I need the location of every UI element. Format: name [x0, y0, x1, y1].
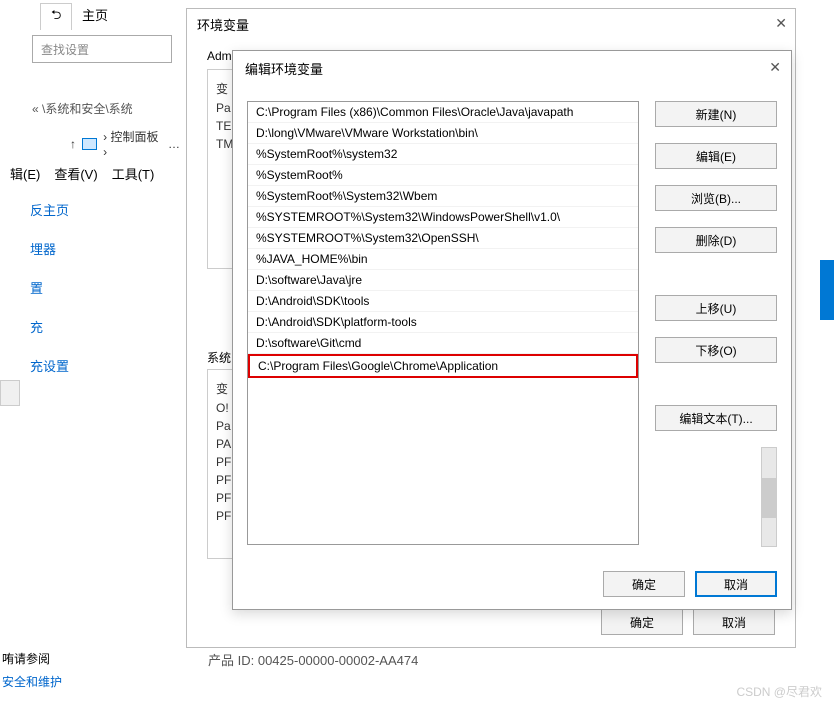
back-tab[interactable]: ⮌ — [40, 3, 72, 30]
path-item[interactable]: D:\software\Java\jre — [248, 270, 638, 291]
breadcrumb: « \系统和安全\系统 — [32, 100, 133, 117]
path-item[interactable]: C:\Program Files\Google\Chrome\Applicati… — [248, 354, 638, 378]
monitor-icon — [82, 138, 97, 150]
path-item[interactable]: D:\software\Git\cmd — [248, 333, 638, 354]
product-id: 产品 ID: 00425-00000-00002-AA474 — [208, 650, 418, 669]
edit-button[interactable]: 编辑(E) — [655, 143, 777, 169]
close-icon[interactable]: ✕ — [775, 15, 787, 32]
path-item[interactable]: %SystemRoot%\system32 — [248, 144, 638, 165]
up-icon[interactable]: ↑ — [70, 137, 76, 151]
menu-tools[interactable]: 工具(T) — [112, 164, 155, 183]
edit-env-var-dialog: 编辑环境变量 ✕ C:\Program Files (x86)\Common F… — [232, 50, 792, 610]
edit-env-var-title-text: 编辑环境变量 — [245, 62, 323, 77]
side-link-2[interactable]: 置 — [30, 278, 69, 297]
home-tab[interactable]: 主页 — [72, 3, 118, 26]
path-item[interactable]: %SystemRoot% — [248, 165, 638, 186]
collapse-button[interactable] — [0, 380, 20, 406]
menu-edit[interactable]: 辑(E) — [10, 164, 40, 183]
scrollbar-thumb[interactable] — [762, 478, 776, 518]
cancel-button[interactable]: 取消 — [695, 571, 777, 597]
side-link-3[interactable]: 充 — [30, 317, 69, 336]
menu-bar: 辑(E) 查看(V) 工具(T) — [10, 164, 154, 183]
scrollbar[interactable] — [761, 447, 777, 547]
side-link-4[interactable]: 充设置 — [30, 356, 69, 375]
back-icon: ⮌ — [51, 7, 61, 22]
path-item[interactable]: D:\Android\SDK\platform-tools — [248, 312, 638, 333]
side-link-0[interactable]: 反主页 — [30, 200, 69, 219]
path-item[interactable]: D:\long\VMware\VMware Workstation\bin\ — [248, 123, 638, 144]
footer-links: 哊请参阅 安全和维护 — [2, 650, 62, 690]
ok-button[interactable]: 确定 — [603, 571, 685, 597]
windows-accent-edge — [820, 260, 834, 320]
edit-env-var-title: 编辑环境变量 ✕ — [233, 51, 791, 86]
move-up-button[interactable]: 上移(U) — [655, 295, 777, 321]
menu-view[interactable]: 查看(V) — [54, 164, 97, 183]
see-also-label: 哊请参阅 — [2, 652, 50, 666]
watermark: CSDN @尽君欢 — [736, 683, 822, 700]
security-maint-link[interactable]: 安全和维护 — [2, 673, 62, 690]
edit-text-button[interactable]: 编辑文本(T)... — [655, 405, 777, 431]
cancel-button[interactable]: 取消 — [693, 609, 775, 635]
move-down-button[interactable]: 下移(O) — [655, 337, 777, 363]
nav-path: ↑ › 控制面板 › … — [70, 128, 180, 159]
search-input[interactable]: 查找设置 — [32, 35, 172, 63]
path-item[interactable]: %SYSTEMROOT%\System32\WindowsPowerShell\… — [248, 207, 638, 228]
nav-dots: … — [168, 137, 180, 151]
path-list[interactable]: C:\Program Files (x86)\Common Files\Orac… — [247, 101, 639, 545]
env-vars-title: 环境变量 ✕ — [187, 9, 795, 40]
system-vars-label: 系统 — [207, 349, 231, 366]
path-item[interactable]: D:\Android\SDK\tools — [248, 291, 638, 312]
user-vars-label: Adm — [207, 49, 232, 63]
new-button[interactable]: 新建(N) — [655, 101, 777, 127]
path-item[interactable]: C:\Program Files (x86)\Common Files\Orac… — [248, 102, 638, 123]
close-icon[interactable]: ✕ — [769, 59, 781, 76]
control-panel-link[interactable]: › 控制面板 › — [103, 128, 162, 159]
env-vars-title-text: 环境变量 — [197, 18, 249, 33]
ok-button[interactable]: 确定 — [601, 609, 683, 635]
path-item[interactable]: %JAVA_HOME%\bin — [248, 249, 638, 270]
right-button-column: 新建(N) 编辑(E) 浏览(B)... 删除(D) 上移(U) 下移(O) 编… — [655, 101, 777, 431]
browse-button[interactable]: 浏览(B)... — [655, 185, 777, 211]
path-item[interactable]: %SystemRoot%\System32\Wbem — [248, 186, 638, 207]
side-links: 反主页 埋器 置 充 充设置 — [30, 200, 69, 375]
side-link-1[interactable]: 埋器 — [30, 239, 69, 258]
delete-button[interactable]: 删除(D) — [655, 227, 777, 253]
path-item[interactable]: %SYSTEMROOT%\System32\OpenSSH\ — [248, 228, 638, 249]
